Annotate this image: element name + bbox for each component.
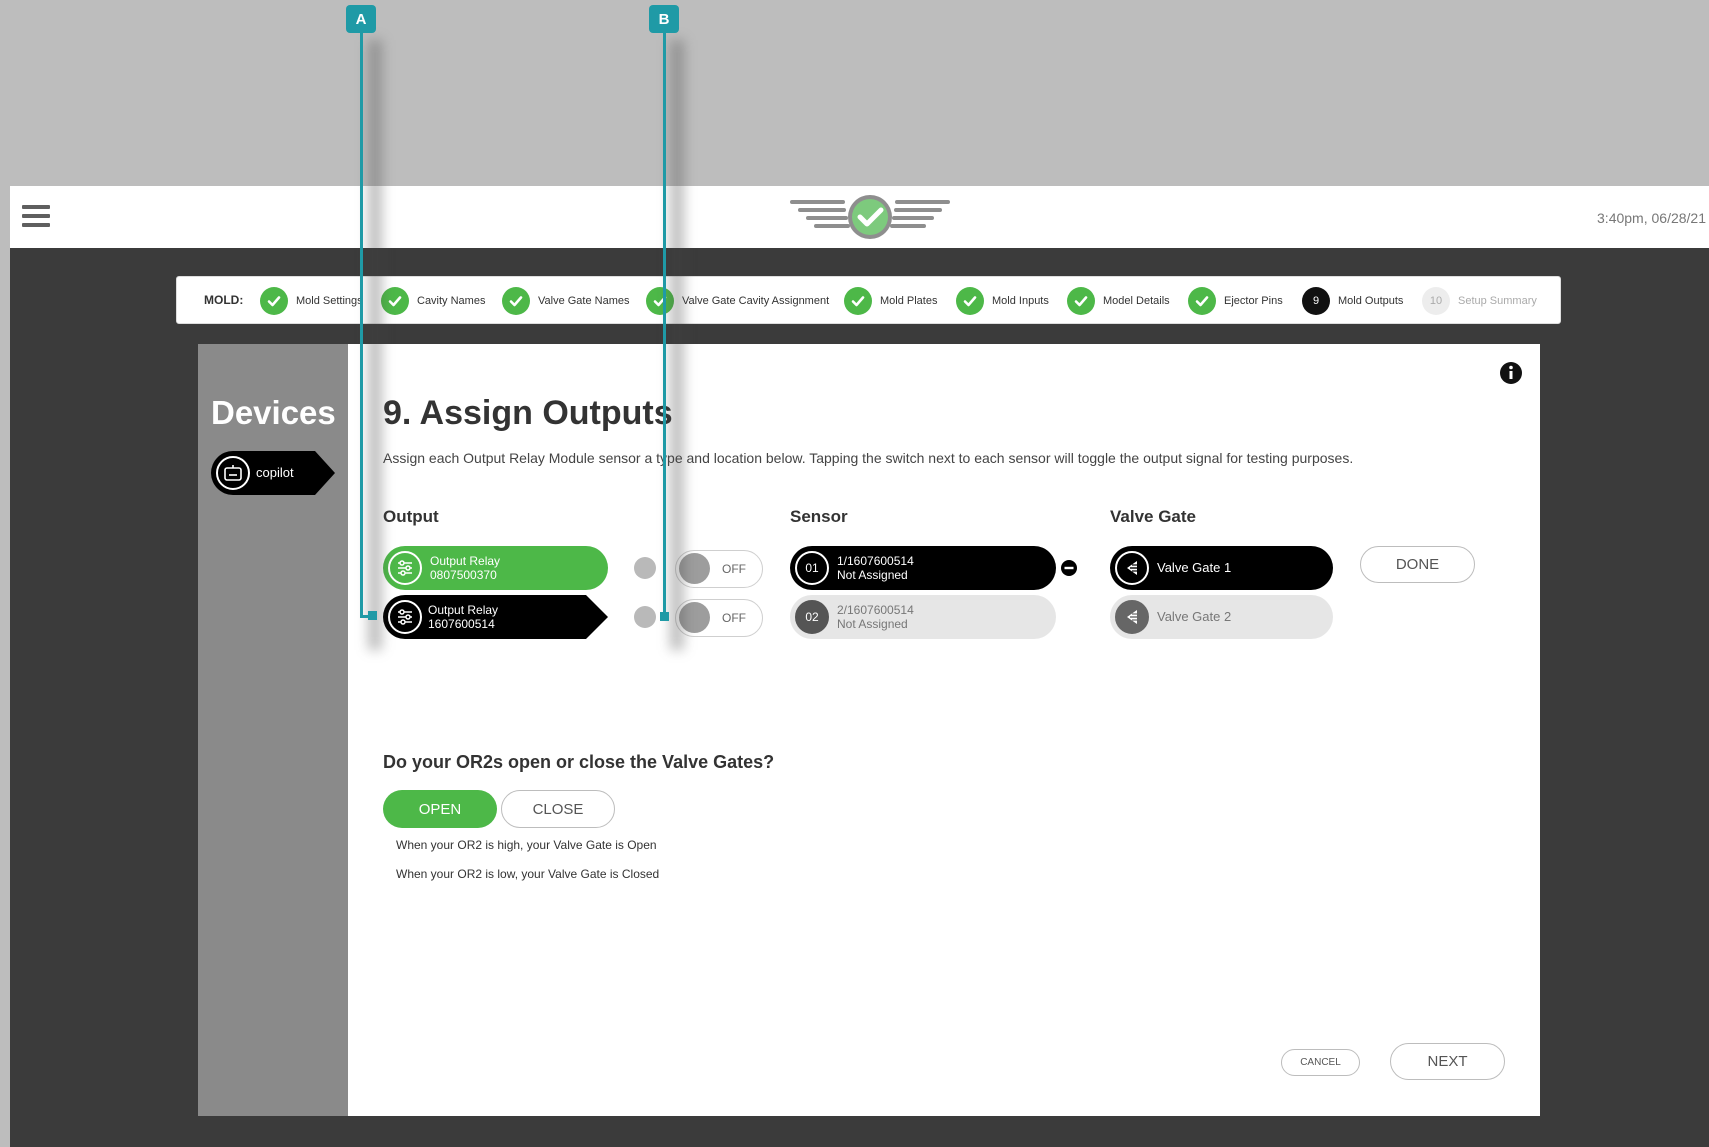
step-setup-summary[interactable]: 10 Setup Summary [1422,287,1537,315]
callout-shadow [368,40,382,650]
check-icon [844,287,872,315]
step-number: 9 [1302,287,1330,315]
step-label: Valve Gate Names [538,295,630,307]
sensor-number: 02 [795,600,829,634]
step-ejector-pins[interactable]: Ejector Pins [1188,287,1283,315]
step-mold-plates[interactable]: Mold Plates [844,287,937,315]
valve-gate-2[interactable]: Valve Gate 2 [1110,595,1333,639]
check-icon [956,287,984,315]
check-icon [260,287,288,315]
step-label: Ejector Pins [1224,295,1283,307]
relay-icon [388,551,422,585]
sensor-number: 01 [795,551,829,585]
cancel-button[interactable]: CANCEL [1281,1049,1360,1076]
valve-gate-column-header: Valve Gate [1110,507,1197,526]
sensor-column-header: Sensor [790,507,848,526]
sensor-id: 1/1607600514 [837,554,914,568]
signal-indicator [634,557,656,579]
sidebar-title: Devices [211,394,336,431]
mold-label: MOLD: [204,293,244,307]
device-copilot[interactable]: copilot [211,451,335,495]
or2-question: Do your OR2s open or close the Valve Gat… [383,752,775,772]
remove-icon[interactable] [1061,560,1077,576]
check-icon [502,287,530,315]
instructions-text: Assign each Output Relay Module sensor a… [383,450,1354,466]
wings-check-logo [790,195,950,239]
step-cavity-names[interactable]: Cavity Names [381,287,485,315]
callout-anchor-b [660,612,669,621]
step-label: Mold Settings [296,295,363,307]
output-relay-1[interactable]: Output Relay 0807500370 [383,546,608,590]
valve-gate-icon [1115,600,1149,634]
note-low: When your OR2 is low, your Valve Gate is… [396,867,660,881]
sensor-2[interactable]: 02 2/1607600514 Not Assigned [790,595,1056,639]
output-toggle-1[interactable]: OFF [675,550,763,588]
signal-indicator [634,606,656,628]
output-column-header: Output [383,507,439,526]
step-label: Mold Plates [880,295,938,307]
sensor-id: 2/1607600514 [837,603,914,617]
step-valve-gate-names[interactable]: Valve Gate Names [502,287,630,315]
open-button[interactable]: OPEN [383,790,497,828]
callout-shadow [670,40,684,650]
check-icon [1067,287,1095,315]
step-label: Mold Inputs [992,295,1049,307]
step-mold-inputs[interactable]: Mold Inputs [956,287,1049,315]
valve-gate-label: Valve Gate 1 [1157,560,1232,575]
relay-serial: 1607600514 [428,617,495,631]
valve-gate-1[interactable]: Valve Gate 1 [1110,546,1333,590]
callout-badge-b: B [649,5,679,33]
step-label: Cavity Names [417,295,486,307]
callout-line-a [360,30,363,618]
output-toggle-2[interactable]: OFF [675,599,763,637]
setup-stepper: MOLD: Mold Settings Cavity Names Valve G… [176,276,1561,324]
check-icon [381,287,409,315]
step-label: Model Details [1103,295,1170,307]
device-icon [216,456,250,490]
step-mold-settings[interactable]: Mold Settings [260,287,363,315]
step-mold-outputs[interactable]: 9 Mold Outputs [1302,287,1403,315]
valve-gate-label: Valve Gate 2 [1157,609,1232,624]
relay-name: Output Relay [430,554,501,568]
callout-anchor-a [368,611,377,620]
sensor-status: Not Assigned [837,617,908,631]
output-relay-2[interactable]: Output Relay 1607600514 [383,595,608,639]
sensor-1[interactable]: 01 1/1607600514 Not Assigned [790,546,1056,590]
relay-name: Output Relay [428,603,499,617]
hamburger-icon[interactable] [22,205,50,229]
close-button[interactable]: CLOSE [501,790,615,828]
page-title: 9. Assign Outputs [383,394,673,432]
step-label: Valve Gate Cavity Assignment [682,295,830,307]
clock: 3:40pm, 06/28/21 [1597,210,1706,226]
relay-icon [388,600,422,634]
done-button[interactable]: DONE [1360,546,1475,583]
valve-gate-icon [1115,551,1149,585]
callout-badge-a: A [346,5,376,33]
step-model-details[interactable]: Model Details [1067,287,1170,315]
step-label: Mold Outputs [1338,295,1404,307]
top-backdrop [0,0,1709,186]
relay-serial: 0807500370 [430,568,497,582]
device-label: copilot [256,465,294,480]
next-button[interactable]: NEXT [1390,1043,1505,1080]
sensor-status: Not Assigned [837,568,908,582]
check-icon [1188,287,1216,315]
step-label: Setup Summary [1458,295,1537,307]
info-icon[interactable] [1499,361,1523,385]
note-high: When your OR2 is high, your Valve Gate i… [396,838,657,852]
toggle-label: OFF [722,611,746,625]
callout-line-b [663,30,666,618]
toggle-label: OFF [722,562,746,576]
step-number: 10 [1422,287,1450,315]
